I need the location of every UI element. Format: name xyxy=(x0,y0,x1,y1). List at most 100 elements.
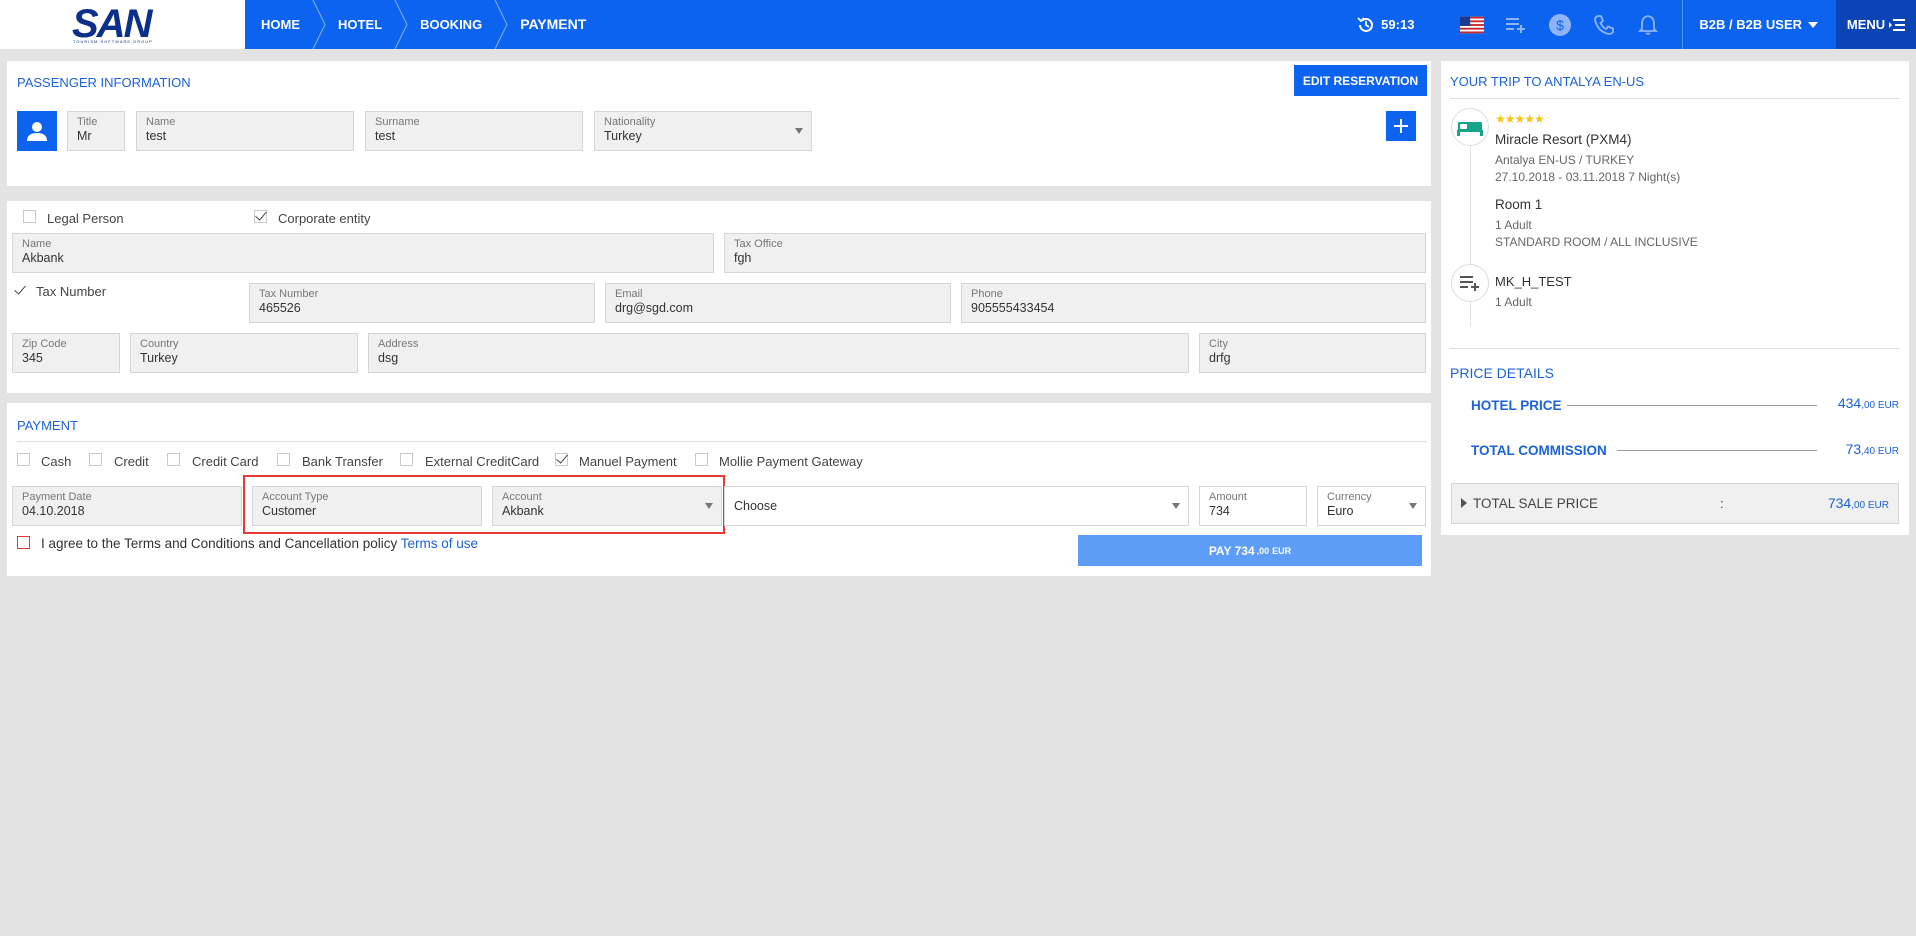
credit-checkbox[interactable] xyxy=(89,453,102,466)
price-divider xyxy=(1450,348,1900,349)
total-sale-dec: ,00 EUR xyxy=(1851,500,1889,511)
agree-checkbox[interactable] xyxy=(17,536,30,549)
title-field[interactable]: Title Mr xyxy=(67,111,125,151)
amount-field[interactable]: Amount 734 xyxy=(1199,486,1307,526)
commission-label: TOTAL COMMISSION xyxy=(1471,443,1607,458)
highlight-box xyxy=(243,475,725,534)
pay-decimals: ,00 xyxy=(1256,545,1270,556)
phone-icon[interactable] xyxy=(1592,13,1616,37)
address-label: Address xyxy=(378,338,419,350)
trip-divider xyxy=(1450,98,1900,99)
logo-subtitle: TOURISM SOFTWARE GROUP xyxy=(73,39,153,44)
amount-label: Amount xyxy=(1209,491,1247,503)
dollar-icon[interactable]: $ xyxy=(1548,13,1572,37)
tax-office-label: Tax Office xyxy=(734,238,783,250)
cash-checkbox[interactable] xyxy=(17,453,30,466)
tax-number-checkbox[interactable] xyxy=(14,285,27,298)
room-name: Room 1 xyxy=(1495,197,1543,212)
hotel-price-dec: ,00 EUR xyxy=(1861,400,1899,411)
credit-card-checkbox[interactable] xyxy=(167,453,180,466)
credit-card-label: Credit Card xyxy=(192,454,259,469)
city-label: City xyxy=(1209,338,1228,350)
edit-reservation-button[interactable]: EDIT RESERVATION xyxy=(1294,65,1427,96)
corporate-entity-label: Corporate entity xyxy=(278,211,371,226)
address-field[interactable]: Address dsg xyxy=(368,333,1189,373)
passenger-panel: PASSENGER INFORMATION EDIT RESERVATION T… xyxy=(7,61,1431,186)
company-name-field[interactable]: Name Akbank xyxy=(12,233,714,273)
name-field[interactable]: Name test xyxy=(136,111,354,151)
phone-field[interactable]: Phone 905555433454 xyxy=(961,283,1426,323)
us-flag-icon[interactable] xyxy=(1460,13,1485,37)
breadcrumb-home[interactable]: HOME xyxy=(245,0,326,49)
zip-code-field[interactable]: Zip Code 345 xyxy=(12,333,120,373)
external-creditcard-checkbox[interactable] xyxy=(400,453,413,466)
tax-number-value: 465526 xyxy=(259,301,301,315)
bank-transfer-checkbox[interactable] xyxy=(277,453,290,466)
bell-icon[interactable] xyxy=(1636,13,1660,37)
breadcrumb-payment: PAYMENT xyxy=(520,16,587,32)
passenger-avatar xyxy=(17,111,57,151)
country-value: Turkey xyxy=(140,351,178,365)
email-field[interactable]: Email drg@sgd.com xyxy=(605,283,951,323)
terms-link[interactable]: Terms of use xyxy=(401,536,478,551)
total-sale-price-row[interactable]: TOTAL SALE PRICE : 734,00 EUR xyxy=(1451,483,1899,524)
price-details-title: PRICE DETAILS xyxy=(1450,365,1554,381)
external-creditcard-label: External CreditCard xyxy=(425,454,540,469)
list-add-icon xyxy=(1451,264,1489,302)
currency-select[interactable]: Currency Euro xyxy=(1317,486,1426,526)
breadcrumb-hotel[interactable]: HOTEL xyxy=(322,0,408,49)
surname-field[interactable]: Surname test xyxy=(365,111,583,151)
logo-area[interactable]: SAN TOURISM SOFTWARE GROUP xyxy=(0,0,245,49)
tax-number-field[interactable]: Tax Number 465526 xyxy=(249,283,595,323)
user-menu[interactable]: B2B / B2B USER xyxy=(1682,0,1836,49)
agree-label: I agree to the Terms and Conditions and … xyxy=(41,536,398,551)
legal-person-label: Legal Person xyxy=(47,211,124,226)
address-value: dsg xyxy=(378,351,399,365)
list-add-icon[interactable] xyxy=(1504,13,1528,37)
breadcrumb: HOME HOTEL BOOKING PAYMENT xyxy=(245,0,608,49)
amount-value: 734 xyxy=(1209,504,1230,518)
trip-summary-panel: YOUR TRIP TO ANTALYA EN-US ★★★★★ Miracle… xyxy=(1441,61,1909,535)
nationality-select[interactable]: Nationality Turkey xyxy=(594,111,812,151)
tax-number-check-label: Tax Number xyxy=(36,284,107,299)
agree-text: I agree to the Terms and Conditions and … xyxy=(41,536,478,551)
title-value: Mr xyxy=(77,129,92,143)
manuel-payment-checkbox[interactable] xyxy=(555,453,568,466)
extra-service-pax: 1 Adult xyxy=(1495,295,1532,309)
breadcrumb-booking[interactable]: BOOKING xyxy=(404,0,508,49)
currency-value: Euro xyxy=(1327,504,1354,518)
hotel-name: Miracle Resort (PXM4) xyxy=(1495,132,1632,147)
nationality-value: Turkey xyxy=(604,129,642,143)
user-icon xyxy=(27,122,47,141)
mollie-checkbox[interactable] xyxy=(695,453,708,466)
add-passenger-button[interactable] xyxy=(1386,111,1416,141)
manuel-payment-label: Manuel Payment xyxy=(579,454,677,469)
hotel-location: Antalya EN-US / TURKEY xyxy=(1495,153,1635,167)
dropdown-arrow-icon xyxy=(1409,503,1417,509)
dropdown-arrow-icon xyxy=(1172,503,1180,509)
commission-int: 73 xyxy=(1845,441,1862,457)
choose-select[interactable]: Choose xyxy=(724,486,1189,526)
total-sale-label: TOTAL SALE PRICE xyxy=(1473,496,1599,511)
menu-button[interactable]: MENU xyxy=(1836,0,1916,49)
pay-currency: EUR xyxy=(1272,545,1292,556)
corporate-entity-checkbox[interactable] xyxy=(254,210,267,223)
surname-label: Surname xyxy=(375,116,420,128)
company-name-label: Name xyxy=(22,238,52,250)
room-type: STANDARD ROOM / ALL INCLUSIVE xyxy=(1495,235,1698,249)
timer-value: 59:13 xyxy=(1381,17,1415,32)
country-field[interactable]: Country Turkey xyxy=(130,333,358,373)
commission-line xyxy=(1617,450,1817,451)
tax-office-value: fgh xyxy=(734,251,752,265)
payment-divider xyxy=(17,441,1427,442)
city-field[interactable]: City drfg xyxy=(1199,333,1426,373)
legal-person-checkbox[interactable] xyxy=(23,210,36,223)
hotel-price-line xyxy=(1567,405,1817,406)
tax-office-field[interactable]: Tax Office fgh xyxy=(724,233,1426,273)
zip-code-label: Zip Code xyxy=(22,338,67,350)
payment-date-field[interactable]: Payment Date 04.10.2018 xyxy=(12,486,242,526)
history-icon xyxy=(1357,16,1374,32)
surname-value: test xyxy=(375,129,396,143)
pay-button[interactable]: PAY 734 ,00 EUR xyxy=(1078,535,1422,566)
phone-value: 905555433454 xyxy=(971,301,1055,315)
